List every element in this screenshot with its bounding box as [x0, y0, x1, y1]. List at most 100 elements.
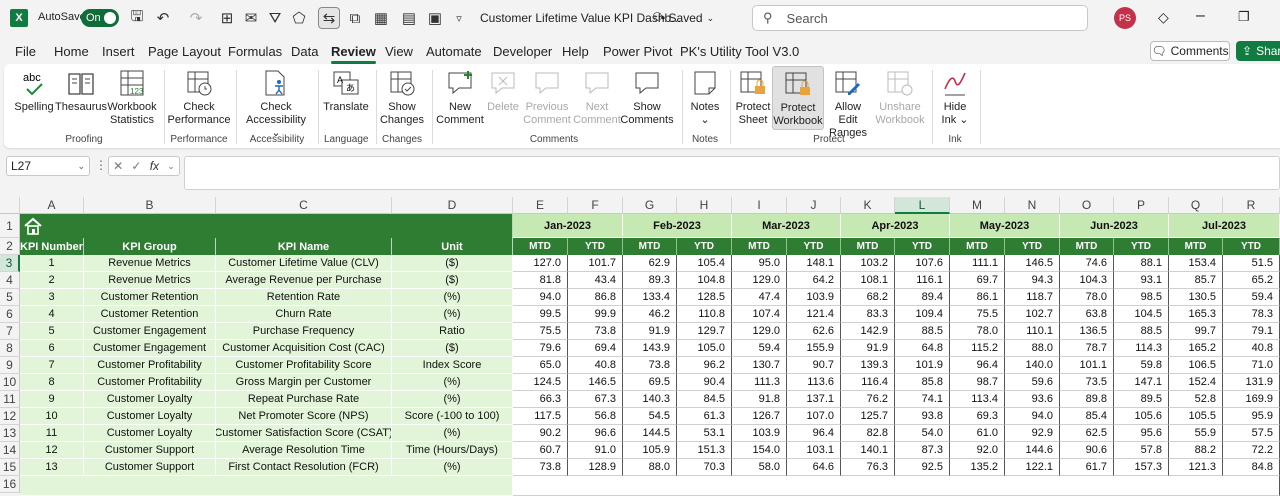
- mtd-value[interactable]: 79.6: [513, 340, 568, 357]
- check-accessibility-button[interactable]: Check Accessibility ⌄: [242, 68, 310, 140]
- kpi-group[interactable]: Customer Loyalty: [84, 391, 216, 408]
- formula-input[interactable]: [184, 156, 1280, 190]
- ytd-value[interactable]: 85.8: [895, 374, 950, 391]
- mtd-value[interactable]: 75.5: [950, 306, 1005, 323]
- ytd-value[interactable]: 148.1: [787, 255, 841, 272]
- ytd-value[interactable]: 84.5: [677, 391, 732, 408]
- kpi-group[interactable]: Customer Profitability: [84, 374, 216, 391]
- mtd-value[interactable]: 76.2: [841, 391, 895, 408]
- ytd-value[interactable]: 93.1: [1114, 272, 1169, 289]
- column-header-j[interactable]: J: [787, 197, 841, 214]
- row-header-4[interactable]: 4: [0, 272, 20, 289]
- mtd-value[interactable]: 125.7: [841, 408, 895, 425]
- kpi-unit[interactable]: (%): [392, 374, 513, 391]
- ytd-value[interactable]: 57.5: [1223, 425, 1280, 442]
- name-box-dropdown-icon[interactable]: ⌄: [77, 161, 85, 172]
- mtd-value[interactable]: 98.7: [950, 374, 1005, 391]
- mtd-value[interactable]: 62.9: [623, 255, 677, 272]
- kpi-name[interactable]: Average Revenue per Purchase: [216, 272, 392, 289]
- kpi-number[interactable]: 12: [20, 442, 84, 459]
- ytd-value[interactable]: 56.8: [568, 408, 623, 425]
- mtd-value[interactable]: 89.8: [1060, 391, 1114, 408]
- mtd-value[interactable]: 86.1: [950, 289, 1005, 306]
- empty-value-row[interactable]: [513, 476, 1280, 496]
- ytd-value[interactable]: 65.2: [1223, 272, 1280, 289]
- mtd-value[interactable]: 69.7: [950, 272, 1005, 289]
- column-header-n[interactable]: N: [1005, 197, 1060, 214]
- mtd-value[interactable]: 103.9: [732, 425, 787, 442]
- kpi-name[interactable]: Repeat Purchase Rate: [216, 391, 392, 408]
- ytd-value[interactable]: 89.5: [1114, 391, 1169, 408]
- kpi-number[interactable]: 6: [20, 340, 84, 357]
- row-header-1[interactable]: 1: [0, 214, 20, 238]
- shape-icon[interactable]: ⬠: [288, 7, 310, 29]
- ytd-value[interactable]: 109.4: [895, 306, 950, 323]
- mtd-value[interactable]: 107.4: [732, 306, 787, 323]
- ytd-value[interactable]: 107.6: [895, 255, 950, 272]
- mtd-value[interactable]: 90.2: [513, 425, 568, 442]
- column-header-r[interactable]: R: [1223, 197, 1280, 214]
- mtd-value[interactable]: 94.0: [513, 289, 568, 306]
- mtd-value[interactable]: 74.6: [1060, 255, 1114, 272]
- ytd-value[interactable]: 110.1: [1005, 323, 1060, 340]
- tab-file[interactable]: File: [15, 44, 36, 59]
- ytd-value[interactable]: 113.6: [787, 374, 841, 391]
- tab-insert[interactable]: Insert: [102, 44, 135, 59]
- mtd-value[interactable]: 135.2: [950, 459, 1005, 476]
- kpi-group[interactable]: Revenue Metrics: [84, 255, 216, 272]
- mtd-value[interactable]: 66.3: [513, 391, 568, 408]
- ytd-value[interactable]: 95.6: [1114, 425, 1169, 442]
- mtd-value[interactable]: 136.5: [1060, 323, 1114, 340]
- mtd-value[interactable]: 115.2: [950, 340, 1005, 357]
- kpi-number[interactable]: 1: [20, 255, 84, 272]
- kpi-number[interactable]: 4: [20, 306, 84, 323]
- mtd-value[interactable]: 69.3: [950, 408, 1005, 425]
- column-header-c[interactable]: C: [216, 197, 392, 214]
- ytd-value[interactable]: 64.6: [787, 459, 841, 476]
- premium-diamond-icon[interactable]: ◇: [1158, 9, 1169, 26]
- kpi-name[interactable]: Gross Margin per Customer: [216, 374, 392, 391]
- mtd-value[interactable]: 143.9: [623, 340, 677, 357]
- kpi-group[interactable]: Customer Loyalty: [84, 425, 216, 442]
- mtd-value[interactable]: 106.5: [1169, 357, 1223, 374]
- next-comment-button[interactable]: Next Comment: [573, 68, 621, 127]
- mtd-value[interactable]: 133.4: [623, 289, 677, 306]
- mtd-value[interactable]: 111.1: [950, 255, 1005, 272]
- ytd-value[interactable]: 93.6: [1005, 391, 1060, 408]
- kpi-name[interactable]: Churn Rate: [216, 306, 392, 323]
- show-comments-button[interactable]: Show Comments: [620, 68, 674, 127]
- column-header-k[interactable]: K: [841, 197, 895, 214]
- ytd-value[interactable]: 67.3: [568, 391, 623, 408]
- formula-expand-icon[interactable]: ⌄: [167, 161, 175, 172]
- enter-icon[interactable]: ✓: [131, 159, 141, 173]
- mtd-value[interactable]: 139.3: [841, 357, 895, 374]
- ytd-value[interactable]: 88.5: [1114, 323, 1169, 340]
- tab-formulas[interactable]: Formulas: [228, 44, 282, 59]
- ytd-value[interactable]: 74.1: [895, 391, 950, 408]
- comments-button[interactable]: 🗨 Comments: [1150, 41, 1230, 61]
- select-all-corner[interactable]: [0, 197, 20, 214]
- mtd-value[interactable]: 58.0: [732, 459, 787, 476]
- more-options-icon[interactable]: ⋮: [95, 158, 107, 172]
- ytd-value[interactable]: 103.1: [787, 442, 841, 459]
- minimize-icon[interactable]: –: [1196, 7, 1205, 25]
- column-header-h[interactable]: H: [677, 197, 732, 214]
- ytd-value[interactable]: 94.3: [1005, 272, 1060, 289]
- kpi-group[interactable]: Customer Retention: [84, 289, 216, 306]
- mtd-value[interactable]: 129.0: [732, 323, 787, 340]
- mtd-value[interactable]: 65.0: [513, 357, 568, 374]
- ytd-value[interactable]: 51.5: [1223, 255, 1280, 272]
- email-icon[interactable]: ✉: [240, 7, 262, 29]
- kpi-unit[interactable]: Time (Hours/Days): [392, 442, 513, 459]
- mtd-value[interactable]: 73.8: [623, 357, 677, 374]
- kpi-name[interactable]: Customer Satisfaction Score (CSAT): [216, 425, 392, 442]
- kpi-group[interactable]: Customer Support: [84, 442, 216, 459]
- ytd-value[interactable]: 99.9: [568, 306, 623, 323]
- redo-icon[interactable]: ↷: [185, 7, 207, 29]
- mtd-value[interactable]: 117.5: [513, 408, 568, 425]
- row-header-12[interactable]: 12: [0, 408, 20, 425]
- tab-help[interactable]: Help: [562, 44, 589, 59]
- row-header-13[interactable]: 13: [0, 425, 20, 442]
- ytd-value[interactable]: 70.3: [677, 459, 732, 476]
- ytd-value[interactable]: 93.8: [895, 408, 950, 425]
